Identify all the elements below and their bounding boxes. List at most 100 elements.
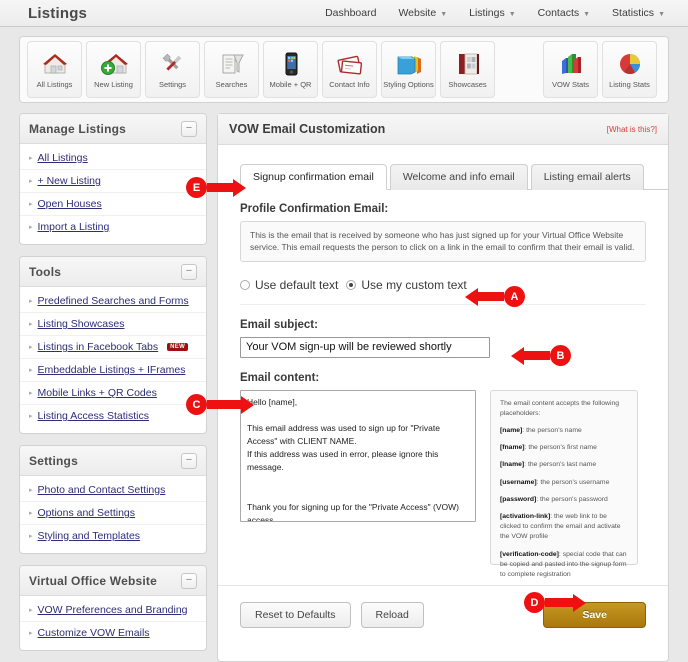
text-mode-radio-group: Use default text Use my custom text — [240, 278, 646, 305]
sidebar-item-label: + New Listing — [37, 175, 101, 187]
collapse-icon[interactable]: − — [181, 452, 197, 469]
sidebar-item-predefined-searches[interactable]: ▸ Predefined Searches and Forms — [20, 290, 206, 313]
nav-statistics[interactable]: Statistics ▼ — [601, 3, 676, 23]
bar-chart-icon — [557, 48, 585, 79]
panel-title: Tools — [29, 264, 62, 279]
sidebar-item-all-listings[interactable]: ▸ All Listings — [20, 147, 206, 170]
nav-label: Listings — [469, 7, 505, 19]
toolbar-label: Mobile + QR — [269, 80, 312, 89]
sidebar-item-label: Embeddable Listings + IFrames — [37, 364, 186, 376]
bullet-icon: ▸ — [29, 390, 33, 397]
textarea-wrapper — [240, 389, 476, 565]
panel-body: ▸ All Listings ▸ + New Listing ▸ Open House… — [20, 144, 206, 244]
placeholder-entry: [password]: the person's password — [500, 495, 628, 505]
tab-welcome-and-info-email[interactable]: Welcome and info email — [389, 164, 528, 190]
toolbar-item-listing-stats[interactable]: Listing Stats — [602, 41, 657, 98]
sidebar-panel-settings: Settings − ▸ Photo and Contact Settings ▸… — [19, 445, 207, 554]
sidebar-item-styling-and-templates[interactable]: ▸ Styling and Templates — [20, 525, 206, 547]
toolbar-item-showcases[interactable]: Showcases — [440, 41, 495, 98]
nav-listings[interactable]: Listings ▼ — [458, 3, 527, 23]
toolbar-label: Searches — [215, 80, 248, 89]
sidebar-panel-tools: Tools − ▸ Predefined Searches and Forms ▸… — [19, 256, 207, 434]
sidebar-item-photo-contact-settings[interactable]: ▸ Photo and Contact Settings — [20, 479, 206, 502]
reload-button[interactable]: Reload — [360, 601, 424, 628]
wrench-screwdriver-icon — [159, 48, 187, 79]
panel-body: ▸ Photo and Contact Settings ▸ Options and… — [20, 476, 206, 553]
radio-button-selected[interactable] — [346, 279, 357, 290]
action-button-row: Reset to Defaults Reload Save — [218, 584, 668, 642]
toolbar-item-searches[interactable]: Searches — [204, 41, 259, 98]
collapse-icon[interactable]: − — [181, 572, 197, 589]
toolbar-label: New Listing — [94, 80, 133, 89]
bullet-icon: ▸ — [29, 155, 33, 162]
sidebar-item-mobile-links-qr[interactable]: ▸ Mobile Links + QR Codes — [20, 382, 206, 405]
bullet-icon: ▸ — [29, 510, 33, 517]
sidebar-item-customize-vow-emails[interactable]: ▸ Customize VOW Emails — [20, 622, 206, 644]
sidebar-item-listing-showcases[interactable]: ▸ Listing Showcases — [20, 313, 206, 336]
tab-signup-confirmation-email[interactable]: Signup confirmation email — [240, 164, 387, 190]
main-panel-title: VOW Email Customization — [229, 122, 386, 136]
sidebar-item-label: Options and Settings — [37, 507, 135, 519]
radio-button[interactable] — [240, 279, 250, 290]
placeholder-entry: [lname]: the person's last name — [500, 460, 628, 470]
collapse-icon[interactable]: − — [181, 263, 197, 280]
toolbar-label: All Listings — [36, 80, 73, 89]
icon-toolbar: All Listings New Listing Settings Search… — [19, 36, 669, 103]
tab-listing-email-alerts[interactable]: Listing email alerts — [530, 164, 644, 190]
save-button[interactable]: Save — [543, 601, 646, 628]
sidebar-item-label: Customize VOW Emails — [37, 627, 150, 639]
toolbar-item-mobile-qr[interactable]: Mobile + QR — [263, 41, 318, 98]
placeholder-token: [username] — [500, 478, 537, 486]
content-row: The email content accepts the following … — [240, 389, 646, 578]
main-panel: VOW Email Customization [What is this?] … — [217, 113, 669, 662]
bullet-icon: ▸ — [29, 413, 33, 420]
sidebar-item-label: Import a Listing — [37, 221, 110, 233]
sidebar-item-label: Listing Access Statistics — [37, 410, 149, 422]
toolbar-item-settings[interactable]: Settings — [145, 41, 200, 98]
smartphone-icon — [277, 48, 305, 79]
what-is-this-link[interactable]: [What is this?] — [607, 125, 657, 134]
toolbar-label: Showcases — [448, 80, 487, 89]
sidebar-item-new-listing[interactable]: ▸ + New Listing — [20, 170, 206, 193]
toolbar-item-new-listing[interactable]: New Listing — [86, 41, 141, 98]
sidebar-item-label: Mobile Links + QR Codes — [37, 387, 157, 399]
placeholder-entry: [activation-link]: the web link to be cl… — [500, 512, 628, 543]
reset-to-defaults-button[interactable]: Reset to Defaults — [240, 601, 351, 628]
chevron-down-icon: ▼ — [440, 10, 448, 18]
panel-title: Manage Listings — [29, 121, 127, 136]
toolbar-item-contact-info[interactable]: Contact Info — [322, 41, 377, 98]
toolbar-item-vow-stats[interactable]: VOW Stats — [543, 41, 598, 98]
sidebar-panel-manage-listings: Manage Listings − ▸ All Listings ▸ + New L… — [19, 113, 207, 245]
nav-label: Contacts — [537, 7, 580, 19]
sidebar-item-vow-preferences[interactable]: ▸ VOW Preferences and Branding — [20, 599, 206, 622]
radio-label: Use default text — [255, 277, 339, 292]
sidebar-item-label: Styling and Templates — [37, 530, 141, 542]
sidebar-item-listing-access-statistics[interactable]: ▸ Listing Access Statistics — [20, 405, 206, 427]
nav-website[interactable]: Website ▼ — [387, 3, 458, 23]
panel-body: ▸ VOW Preferences and Branding ▸ Customize… — [20, 596, 206, 650]
radio-use-default-text[interactable]: Use default text — [240, 278, 338, 292]
sidebar-item-label: Predefined Searches and Forms — [37, 295, 189, 307]
nav-dashboard[interactable]: Dashboard — [314, 3, 387, 23]
sidebar-item-import-a-listing[interactable]: ▸ Import a Listing — [20, 216, 206, 238]
sidebar-item-embeddable-listings[interactable]: ▸ Embeddable Listings + IFrames — [20, 359, 206, 382]
panel-body: ▸ Predefined Searches and Forms ▸ Listing … — [20, 287, 206, 433]
sidebar-item-open-houses[interactable]: ▸ Open Houses — [20, 193, 206, 216]
toolbar-item-all-listings[interactable]: All Listings — [27, 41, 82, 98]
radio-use-my-custom-text[interactable]: Use my custom text — [346, 278, 467, 292]
nav-contacts[interactable]: Contacts ▼ — [527, 3, 601, 23]
sidebar-item-options-and-settings[interactable]: ▸ Options and Settings — [20, 502, 206, 525]
placeholder-token: [fname] — [500, 444, 525, 452]
panel-title: Virtual Office Website — [29, 573, 157, 588]
sidebar-item-label: Listings in Facebook Tabs — [37, 341, 159, 353]
email-content-textarea[interactable] — [240, 389, 476, 522]
email-subject-input[interactable] — [240, 336, 490, 358]
sidebar-item-facebook-tabs[interactable]: ▸ Listings in Facebook Tabs NEW — [20, 336, 206, 359]
panel-title: Settings — [29, 453, 78, 468]
sidebar-panel-virtual-office-website: Virtual Office Website − ▸ VOW Preference… — [19, 565, 207, 651]
placeholder-intro: The email content accepts the following … — [500, 399, 620, 417]
email-subject-label: Email subject: — [240, 318, 318, 331]
collapse-icon[interactable]: − — [181, 120, 197, 137]
placeholder-token: [lname] — [500, 461, 525, 469]
toolbar-item-styling-options[interactable]: Styling Options — [381, 41, 436, 98]
